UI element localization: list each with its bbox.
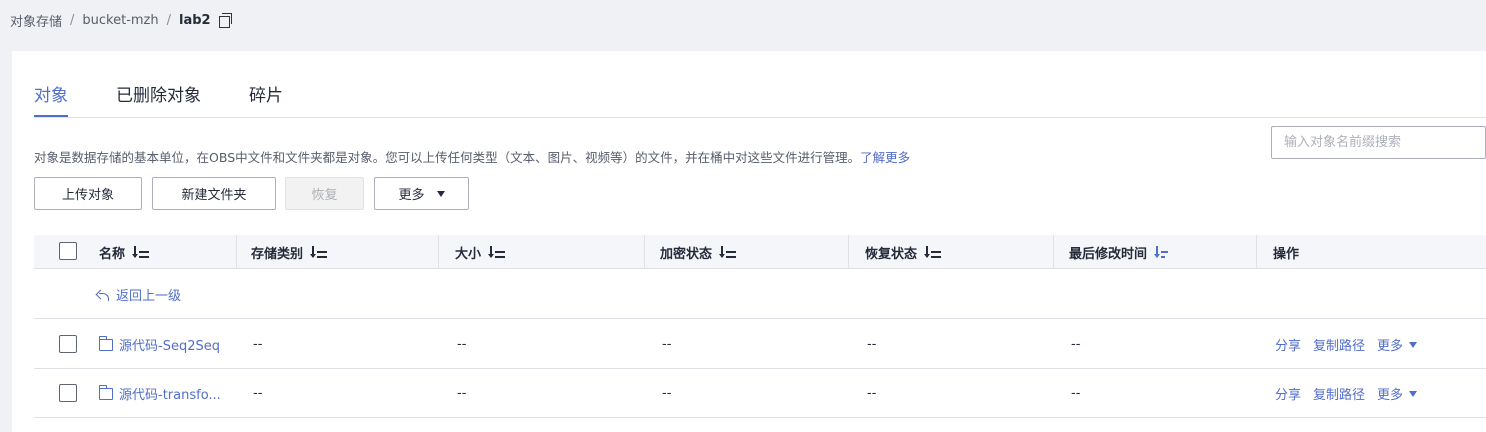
sort-icon[interactable]: [924, 246, 942, 258]
more-actions-link[interactable]: 更多: [1377, 384, 1418, 403]
description: 对象是数据存储的基本单位，在OBS中文件和文件夹都是对象。您可以上传任何类型（文…: [34, 147, 910, 166]
folder-name: 源代码-Seq2Seq: [119, 339, 220, 354]
row-checkbox[interactable]: [59, 384, 77, 402]
sort-icon[interactable]: [310, 246, 328, 258]
breadcrumb-item-obs[interactable]: 对象存储: [10, 11, 62, 30]
sort-icon[interactable]: [719, 246, 737, 258]
breadcrumb-separator: /: [166, 12, 172, 28]
sort-icon[interactable]: [488, 246, 506, 258]
breadcrumb-item-bucket[interactable]: bucket-mzh: [82, 13, 158, 28]
column-header-label: 恢复状态: [865, 246, 918, 262]
copy-icon[interactable]: [218, 13, 233, 28]
cell-encryption: --: [662, 337, 672, 352]
column-header-storage-class: 存储类别: [251, 235, 439, 269]
cell-storage-class: --: [253, 337, 263, 352]
sort-descending-icon[interactable]: [1154, 246, 1171, 258]
copy-path-link[interactable]: 复制路径: [1313, 384, 1365, 403]
more-actions-link[interactable]: 更多: [1377, 335, 1418, 354]
column-header-label: 存储类别: [251, 246, 304, 262]
breadcrumb-current: lab2: [179, 12, 211, 28]
share-link[interactable]: 分享: [1275, 384, 1301, 403]
copy-path-link[interactable]: 复制路径: [1313, 335, 1365, 354]
cell-last-modified: --: [1071, 337, 1081, 352]
column-header-label: 名称: [99, 246, 126, 262]
cell-name: 源代码-transfo...: [98, 369, 221, 418]
folder-link[interactable]: 源代码-Seq2Seq: [98, 335, 220, 354]
upload-object-button[interactable]: 上传对象: [34, 177, 142, 210]
folder-name: 源代码-transfo...: [119, 388, 221, 403]
more-dropdown-button[interactable]: 更多: [374, 177, 469, 210]
restore-button[interactable]: 恢复: [285, 177, 364, 210]
cell-restore-status: --: [867, 337, 877, 352]
search-input[interactable]: [1271, 126, 1486, 159]
column-header-size: 大小: [455, 235, 645, 269]
tab-objects[interactable]: 对象: [34, 81, 68, 117]
cell-actions: 分享 复制路径 更多: [1275, 320, 1429, 369]
breadcrumb: 对象存储 / bucket-mzh / lab2: [10, 10, 233, 30]
tab-deleted-objects[interactable]: 已删除对象: [116, 81, 201, 117]
column-header-restore-status: 恢复状态: [865, 235, 1054, 269]
row-checkbox[interactable]: [59, 335, 77, 353]
more-actions-label: 更多: [1377, 388, 1404, 403]
column-header-label: 操作: [1273, 246, 1300, 262]
table-row: 源代码-Seq2Seq -- -- -- -- -- 分享 复制路径 更多: [34, 320, 1486, 369]
cell-storage-class: --: [253, 386, 263, 401]
share-link[interactable]: 分享: [1275, 335, 1301, 354]
back-row: 返回上一级: [34, 270, 1486, 319]
cell-restore-status: --: [867, 386, 877, 401]
return-arrow-icon: [96, 289, 110, 301]
select-all-checkbox[interactable]: [59, 242, 77, 260]
cell-encryption: --: [662, 386, 672, 401]
back-to-parent-link[interactable]: 返回上一级: [96, 285, 181, 304]
cell-name: 源代码-Seq2Seq: [98, 320, 220, 369]
back-link-label: 返回上一级: [116, 289, 182, 304]
new-folder-button[interactable]: 新建文件夹: [152, 177, 276, 210]
column-header-actions: 操作: [1273, 235, 1473, 269]
table-row: 源代码-transfo... -- -- -- -- -- 分享 复制路径 更多: [34, 369, 1486, 418]
caret-down-icon: [1409, 390, 1418, 397]
folder-link[interactable]: 源代码-transfo...: [98, 384, 221, 403]
tab-bar: 对象 已删除对象 碎片: [34, 81, 331, 117]
cell-size: --: [457, 337, 467, 352]
folder-icon: [98, 384, 113, 400]
column-header-encryption: 加密状态: [660, 235, 849, 269]
column-header-name: 名称: [99, 235, 237, 269]
column-header-label: 大小: [455, 246, 482, 262]
table-header: 名称 存储类别 大小 加密状态 恢复状态 最后修改时间 操作: [34, 235, 1486, 269]
tab-fragments[interactable]: 碎片: [249, 81, 283, 117]
description-text: 对象是数据存储的基本单位，在OBS中文件和文件夹都是对象。您可以上传任何类型（文…: [34, 150, 861, 165]
sort-icon[interactable]: [132, 246, 150, 258]
cell-last-modified: --: [1071, 386, 1081, 401]
folder-icon: [98, 335, 113, 351]
more-button-label: 更多: [398, 188, 425, 203]
column-header-last-modified: 最后修改时间: [1069, 235, 1257, 269]
learn-more-link[interactable]: 了解更多: [860, 150, 910, 165]
cell-actions: 分享 复制路径 更多: [1275, 369, 1429, 418]
tabs-divider: [34, 117, 1486, 118]
column-header-label: 最后修改时间: [1069, 246, 1148, 262]
caret-down-icon: [436, 190, 445, 197]
caret-down-icon: [1409, 341, 1418, 348]
column-header-label: 加密状态: [660, 246, 713, 262]
breadcrumb-separator: /: [70, 12, 75, 28]
cell-size: --: [457, 386, 467, 401]
more-actions-label: 更多: [1377, 339, 1404, 354]
